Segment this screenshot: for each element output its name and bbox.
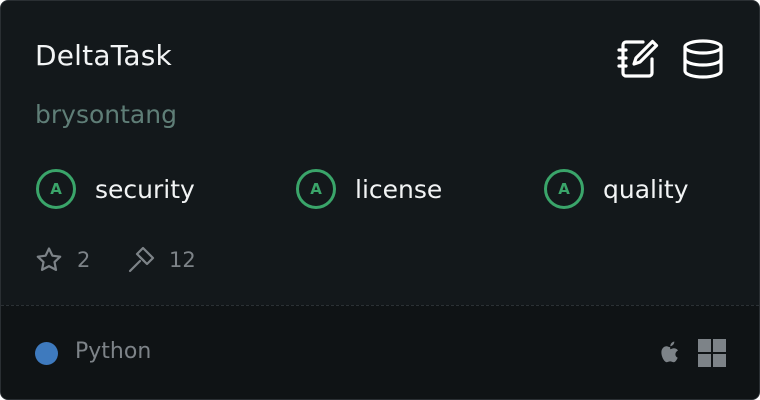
grade-badge: A [296,169,336,209]
grade-label: license [355,174,443,204]
repo-owner[interactable]: brysontang [35,100,177,129]
repo-title[interactable]: DeltaTask [35,39,172,72]
language-color-dot [35,342,58,365]
grade-badge: A [36,169,76,209]
tools-stat: 12 [127,244,196,276]
star-icon [35,246,63,274]
repo-card[interactable]: DeltaTask brysontang A security A licens… [0,0,760,400]
grade-badge: A [544,169,584,209]
language-name: Python [75,339,152,364]
windows-icon [697,338,727,368]
database-icon[interactable] [681,37,725,81]
hammer-icon [127,246,155,274]
stars-count: 2 [77,248,91,272]
stars-stat: 2 [35,244,90,276]
notebook-edit-icon[interactable] [616,37,660,81]
apple-icon [655,338,685,368]
tools-count: 12 [169,248,196,272]
grade-label: security [95,174,195,204]
quality-grade[interactable]: A quality [544,167,689,211]
security-grade[interactable]: A security [36,167,195,211]
license-grade[interactable]: A license [296,167,442,211]
grade-label: quality [603,174,689,204]
